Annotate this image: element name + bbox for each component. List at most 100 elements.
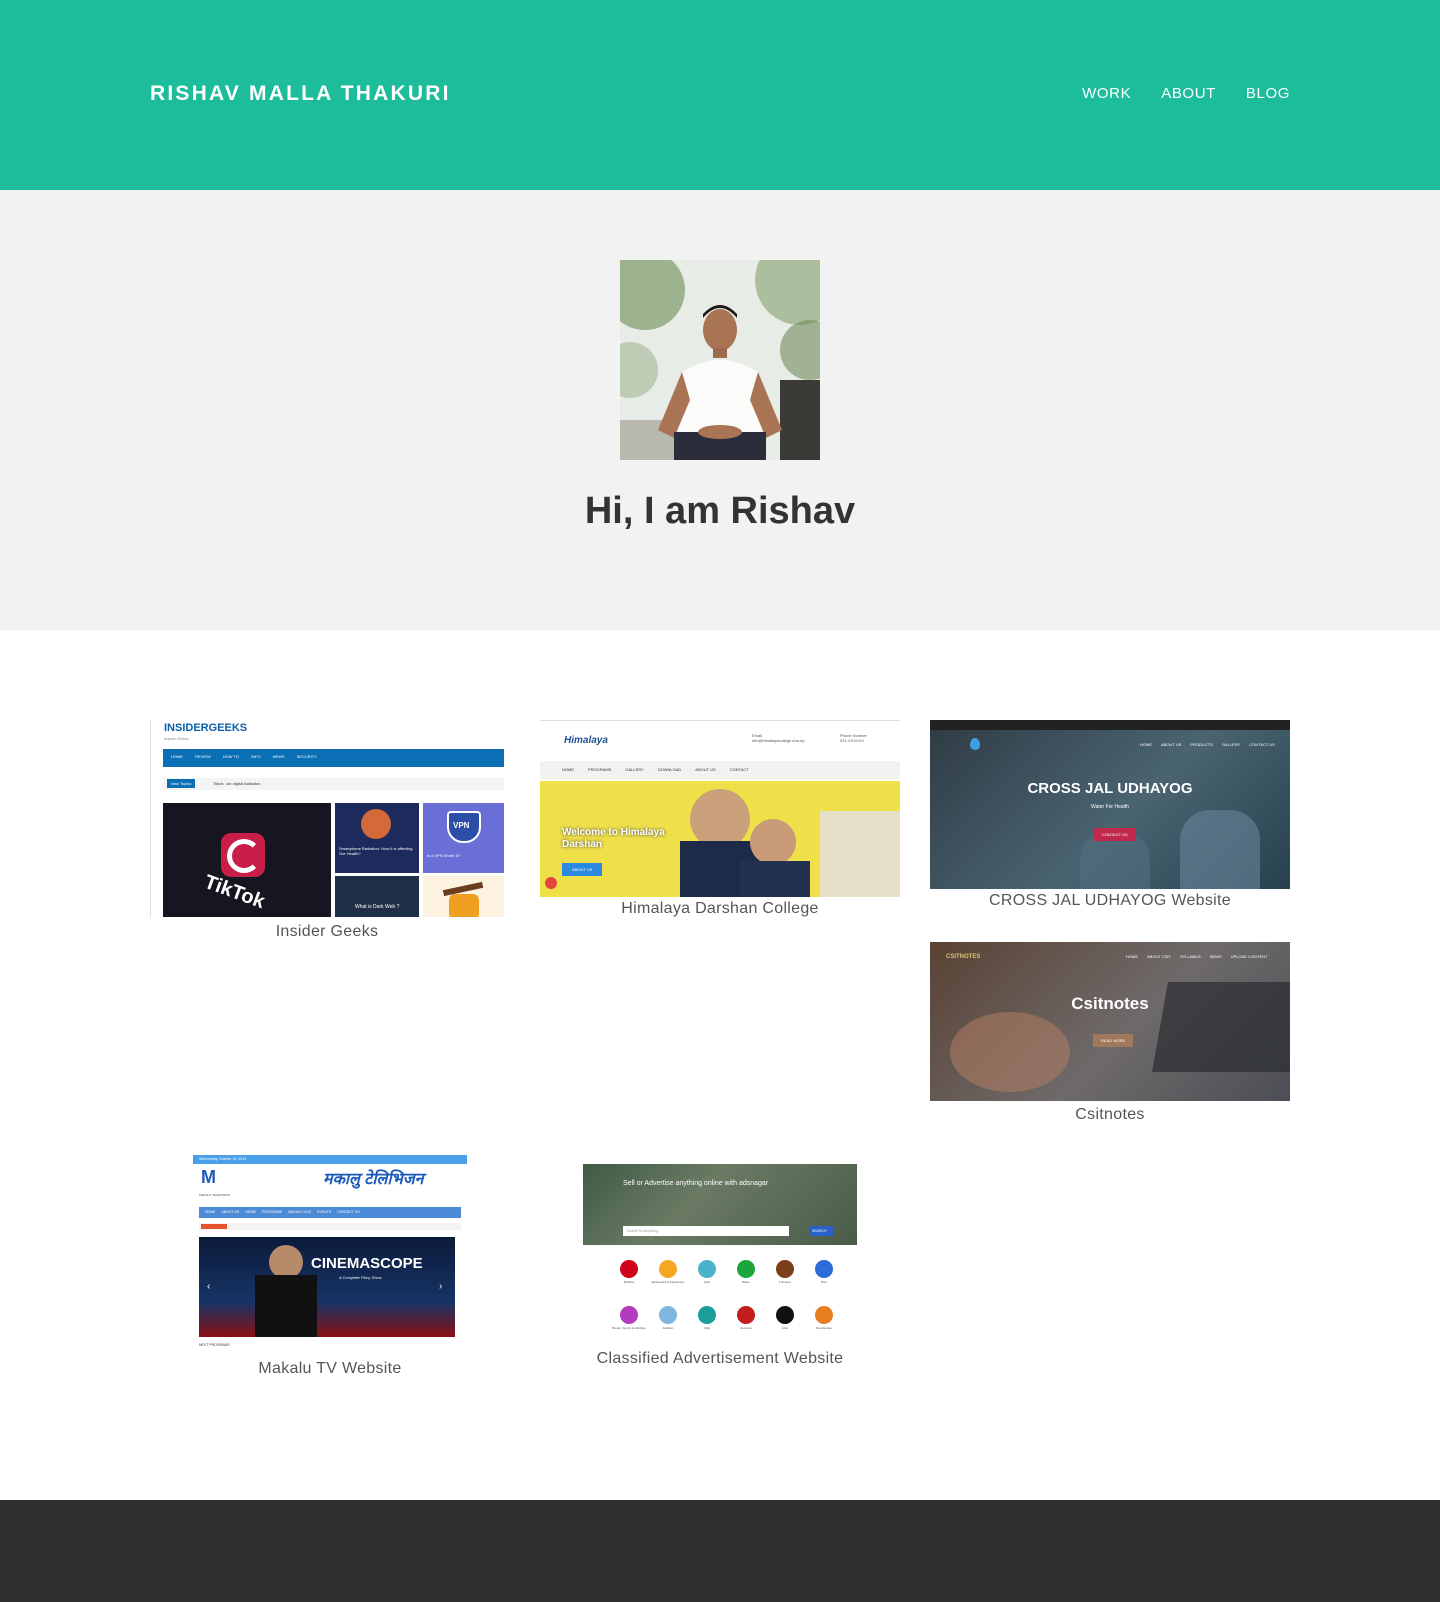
portfolio-card-csitnotes[interactable]: CSITNOTES HOME ABOUT CSIT SYLLABUS NEWS … bbox=[930, 942, 1290, 1127]
site-menu-item: ABOUT CSIT bbox=[1147, 954, 1171, 959]
site-menu-item: PROGRAMS bbox=[261, 1210, 283, 1214]
nav-link-blog[interactable]: BLOG bbox=[1246, 85, 1290, 102]
prev-arrow-icon[interactable]: ‹ bbox=[207, 1281, 210, 1292]
tile-title: Is a VPN Worth It? bbox=[427, 853, 461, 858]
card-caption: Classified Advertisement Website bbox=[596, 1350, 844, 1367]
category-item[interactable]: Bikes bbox=[728, 1260, 764, 1284]
brand-name[interactable]: RISHAV MALLA THAKURI bbox=[150, 82, 451, 106]
category-label: Jobs bbox=[781, 1326, 789, 1330]
news-ticker bbox=[199, 1223, 461, 1230]
category-icon bbox=[815, 1306, 833, 1324]
card-caption: CROSS JAL UDHAYOG Website bbox=[989, 892, 1231, 909]
site-menu-item: CONTACT US bbox=[1249, 742, 1275, 747]
site-menu-item: NEWS bbox=[272, 754, 285, 759]
site-menu-item: UPLOAD CONTENT bbox=[1230, 954, 1268, 959]
site-logo: Himalaya bbox=[564, 735, 608, 746]
site-menu-item: ABOUT US bbox=[695, 767, 716, 772]
category-label: Real Estate bbox=[816, 1326, 832, 1330]
tile-tiktok: TikTok bbox=[163, 803, 331, 917]
himalaya-screenshot: Himalaya Email info@himalayacollege.edu.… bbox=[540, 720, 900, 897]
site-menu-item: DOWNLOAD bbox=[657, 767, 682, 772]
classified-ads-screenshot: Sell or Advertise anything online with a… bbox=[583, 1164, 857, 1338]
category-item[interactable]: Jobs bbox=[767, 1306, 803, 1330]
category-icon bbox=[815, 1260, 833, 1278]
site-menu-item: REVIEW bbox=[195, 754, 211, 759]
about-us-button: ABOUT US bbox=[562, 863, 603, 876]
logo-subtitle: MAKALU TELEVISION bbox=[199, 1193, 230, 1197]
category-label: Fashion bbox=[662, 1326, 674, 1330]
top-navbar: RISHAV MALLA THAKURI WORK ABOUT BLOG bbox=[0, 0, 1440, 190]
nepali-title: मकालु टेलिभिजन bbox=[323, 1171, 424, 1188]
tile-title: VPN bbox=[453, 821, 470, 830]
ticker: New Topics Tiktok : An digital Addiction bbox=[163, 778, 504, 790]
site-menu-item: HOME bbox=[205, 1210, 216, 1214]
hand-shape bbox=[950, 1012, 1070, 1092]
banner-title: Welcome to Himalaya Darshan bbox=[562, 827, 665, 850]
site-menu-item: SYLLABUS bbox=[1179, 954, 1201, 959]
portfolio-card-classified-ads[interactable]: Sell or Advertise anything online with a… bbox=[583, 1164, 857, 1369]
profile-photo bbox=[620, 260, 820, 460]
category-icon bbox=[620, 1260, 638, 1278]
card-caption: Himalaya Darshan College bbox=[621, 900, 819, 917]
site-logo: INSIDERGEEKS bbox=[164, 722, 248, 734]
nav-link-about[interactable]: ABOUT bbox=[1161, 85, 1216, 102]
portfolio-card-insider-geeks[interactable]: INSIDERGEEKS Insider Geeks HOME REVIEW H… bbox=[150, 720, 504, 945]
water-drop-icon bbox=[970, 738, 980, 750]
site-menu-item: GALLERY bbox=[1221, 742, 1241, 747]
category-item[interactable]: Real Estate bbox=[806, 1306, 842, 1330]
notification-icon bbox=[545, 877, 557, 889]
category-label: Electronics & Appliances bbox=[651, 1280, 685, 1284]
contact-us-button: CONTACT US bbox=[1094, 828, 1136, 841]
site-menu-item: GALLERY bbox=[625, 767, 644, 772]
nav-link-work[interactable]: WORK bbox=[1082, 85, 1131, 102]
category-item[interactable]: Mobiles bbox=[611, 1260, 647, 1284]
makalu-tv-screenshot: Wednesday, October 24, 2019 M MAKALU TEL… bbox=[193, 1155, 467, 1352]
category-icon bbox=[659, 1306, 677, 1324]
contact-phone: 021-XXXXXX bbox=[840, 738, 865, 744]
site-menu-item: CONTACT US bbox=[337, 1210, 360, 1214]
category-item[interactable]: Furniture bbox=[767, 1260, 803, 1284]
insider-geeks-screenshot: INSIDERGEEKS Insider Geeks HOME REVIEW H… bbox=[150, 720, 504, 917]
banner-title: CROSS JAL UDHAYOG bbox=[1027, 780, 1193, 797]
category-icon bbox=[776, 1260, 794, 1278]
category-icon bbox=[659, 1260, 677, 1278]
hero-section: Hi, I am Rishav bbox=[0, 190, 1440, 630]
category-label: Mobiles bbox=[623, 1280, 635, 1284]
site-menu-bar: HOME PROGRAMS GALLERY DOWNLOAD ABOUT US … bbox=[540, 761, 900, 779]
site-menu-item: SECURITY bbox=[296, 754, 317, 759]
banner-title: Csitnotes bbox=[1071, 994, 1149, 1013]
site-menu-item: HOME bbox=[1140, 742, 1152, 747]
category-item[interactable]: Electronics & Appliances bbox=[650, 1260, 686, 1284]
site-menu-item: CONTACT bbox=[729, 767, 749, 772]
category-label: Books, Sports & Hobbies bbox=[612, 1326, 646, 1330]
category-icon bbox=[698, 1306, 716, 1324]
site-tagline: Insider Geeks bbox=[164, 736, 189, 741]
next-programs-label: NEXT PROGRAMS bbox=[199, 1343, 230, 1347]
category-item[interactable]: Kids bbox=[689, 1306, 725, 1330]
category-item[interactable]: Services bbox=[728, 1306, 764, 1330]
tile-vpn: VPN Is a VPN Worth It? bbox=[423, 803, 504, 873]
category-icon bbox=[698, 1260, 716, 1278]
site-menu-item: HOME bbox=[171, 754, 183, 759]
portfolio-card-makalu-tv[interactable]: Wednesday, October 24, 2019 M MAKALU TEL… bbox=[193, 1155, 467, 1385]
contact-email: info@himalayacollege.edu.np bbox=[752, 738, 805, 744]
date-bar: Wednesday, October 24, 2019 bbox=[193, 1155, 467, 1164]
category-label: Bikes bbox=[742, 1280, 750, 1284]
site-menu-item: ABOUT US bbox=[1161, 742, 1182, 747]
banner-title: CINEMASCOPE bbox=[311, 1255, 423, 1272]
category-item[interactable]: Cars bbox=[689, 1260, 725, 1284]
category-label: Kids bbox=[704, 1326, 710, 1330]
site-menu-item: ABOUT US bbox=[221, 1210, 240, 1214]
slider-banner: CINEMASCOPE A Complete Filmy Show ‹ › bbox=[199, 1237, 455, 1337]
portfolio-card-cross-jal[interactable]: HOME ABOUT US PRODUCTS GALLERY CONTACT U… bbox=[930, 720, 1290, 915]
category-item[interactable]: Pets bbox=[806, 1260, 842, 1284]
portfolio-card-himalaya-darshan[interactable]: Himalaya Email info@himalayacollege.edu.… bbox=[540, 720, 900, 920]
tile-title: TikTok bbox=[201, 870, 268, 914]
site-topbar bbox=[930, 720, 1290, 730]
site-logo: M bbox=[201, 1167, 216, 1187]
next-arrow-icon[interactable]: › bbox=[439, 1281, 442, 1292]
search-hero: Sell or Advertise anything online with a… bbox=[583, 1164, 857, 1245]
banner-tagline: Water For Health bbox=[1091, 804, 1129, 810]
category-item[interactable]: Fashion bbox=[650, 1306, 686, 1330]
category-item[interactable]: Books, Sports & Hobbies bbox=[611, 1306, 647, 1330]
